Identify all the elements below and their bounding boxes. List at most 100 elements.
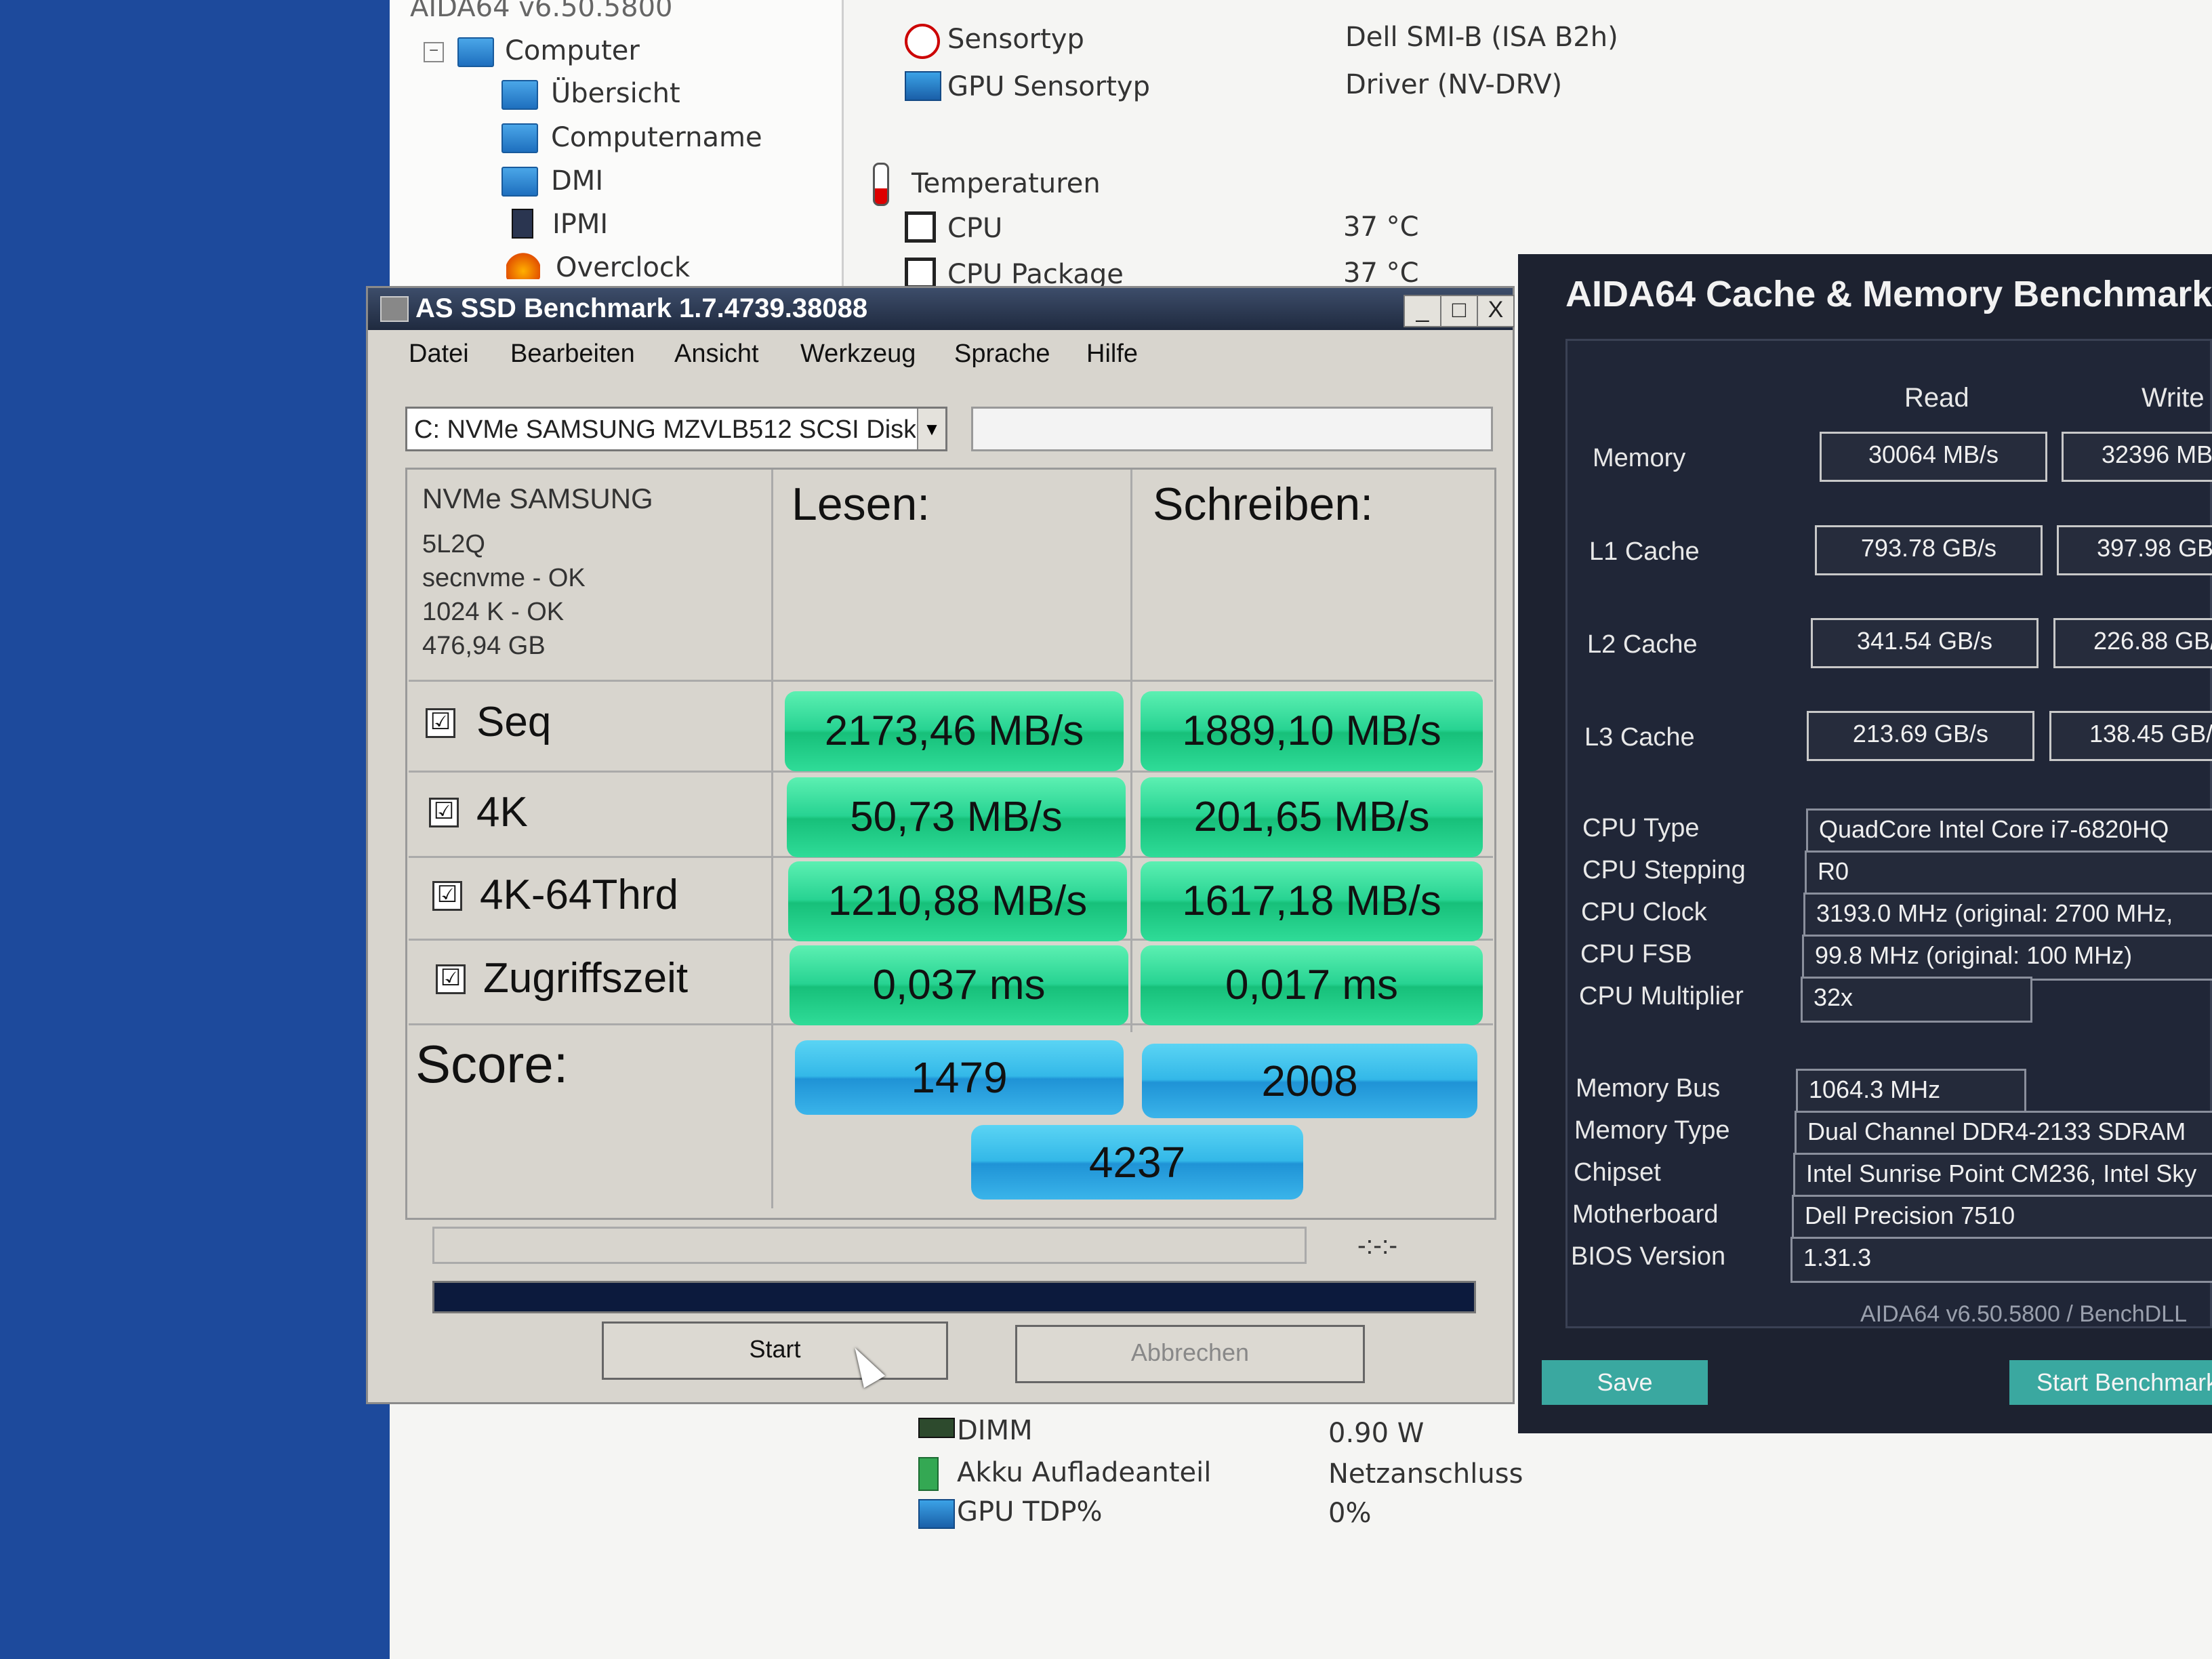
monitor-icon <box>501 80 538 110</box>
l2-write-value: 226.88 GB/s <box>2053 618 2212 668</box>
cpu-type-label: CPU Type <box>1582 814 1700 842</box>
cpu-stepping-value: R0 <box>1805 851 2212 897</box>
tree-item-ipmi[interactable]: IPMI <box>552 209 608 240</box>
4k-checkbox[interactable]: ☑ <box>429 798 459 827</box>
4k-read-result: 50,73 MB/s <box>787 777 1126 857</box>
chevron-down-icon[interactable]: ▼ <box>917 409 945 449</box>
menu-bar: Datei Bearbeiten Ansicht Werkzeug Sprach… <box>368 330 1513 377</box>
monitor-icon <box>501 167 538 197</box>
menu-hilfe[interactable]: Hilfe <box>1086 340 1138 369</box>
drive-select-value: C: NVMe SAMSUNG MZVLB512 SCSI Disk D <box>414 415 916 444</box>
tree-item-computer[interactable]: Computer <box>505 35 640 66</box>
row-label-4k-64thrd: 4K-64Thrd <box>480 872 678 918</box>
gpu-monitor-icon <box>905 71 941 101</box>
seq-checkbox[interactable]: ☑ <box>426 708 455 738</box>
4k-64thrd-read-result: 1210,88 MB/s <box>788 861 1127 941</box>
sensor-value: 0% <box>1328 1498 1372 1529</box>
l1-write-value: 397.98 GB/s <box>2057 525 2212 575</box>
score-label: Score: <box>415 1034 569 1094</box>
save-button[interactable]: Save <box>1542 1360 1708 1405</box>
chipset-label: Chipset <box>1574 1158 1661 1187</box>
row-label-seq: Seq <box>476 699 552 745</box>
cpu-chip-icon <box>905 211 936 243</box>
sensor-value: Netzanschluss <box>1328 1458 1523 1490</box>
write-column-header: Schreiben: <box>1153 478 1374 530</box>
cpu-multiplier-value: 32x <box>1801 977 2032 1023</box>
sensor-value: Driver (NV-DRV) <box>1345 69 1563 100</box>
menu-bearbeiten[interactable]: Bearbeiten <box>510 340 635 369</box>
maximize-button[interactable]: □ <box>1440 295 1478 327</box>
motherboard-value: Dell Precision 7510 <box>1792 1195 2212 1241</box>
menu-werkzeug[interactable]: Werkzeug <box>800 340 916 369</box>
flame-icon <box>506 252 540 279</box>
sensor-label: DIMM <box>957 1415 1033 1446</box>
drive-driver-status: secnvme - OK <box>422 564 586 592</box>
close-button[interactable]: X <box>1477 295 1515 327</box>
drive-icon <box>380 296 409 322</box>
tree-item-computername[interactable]: Computername <box>551 122 762 153</box>
memory-read-value: 30064 MB/s <box>1820 432 2047 482</box>
score-read: 1479 <box>795 1040 1124 1115</box>
sensor-value: 37 °C <box>1343 211 1419 243</box>
sensor-label: GPU Sensortyp <box>947 71 1150 102</box>
status-field <box>971 407 1493 451</box>
4k-64thrd-checkbox[interactable]: ☑ <box>432 881 462 911</box>
aida64-navigation-tree: AIDA64 v6.50.5800 − Computer Übersicht C… <box>390 0 844 291</box>
access-time-checkbox[interactable]: ☑ <box>436 964 466 994</box>
start-benchmark-button[interactable]: Start Benchmark <box>2009 1360 2212 1405</box>
4k-write-result: 201,65 MB/s <box>1141 777 1483 857</box>
menu-ansicht[interactable]: Ansicht <box>674 340 759 369</box>
menu-datei[interactable]: Datei <box>409 340 469 369</box>
cache-memory-benchmark-window: AIDA64 Cache & Memory Benchmark Read Wri… <box>1518 254 2212 1433</box>
access-time-read-result: 0,037 ms <box>790 945 1128 1025</box>
row-label-memory: Memory <box>1593 444 1686 472</box>
tree-item-dmi[interactable]: DMI <box>551 165 603 197</box>
collapse-toggle-icon[interactable]: − <box>424 42 444 62</box>
column-divider <box>771 470 773 1208</box>
read-column-header: Lesen: <box>792 478 930 530</box>
total-progress-bar <box>432 1281 1476 1313</box>
cpu-chip-icon <box>905 258 936 289</box>
cpu-type-value: QuadCore Intel Core i7-6820HQ <box>1806 808 2212 855</box>
cpu-fsb-label: CPU FSB <box>1580 940 1692 968</box>
server-icon <box>512 209 533 239</box>
tree-item-overclock[interactable]: Overclock <box>556 252 690 283</box>
score-write: 2008 <box>1142 1044 1477 1118</box>
l3-read-value: 213.69 GB/s <box>1807 711 2034 761</box>
memory-write-value: 32396 MB/s <box>2062 432 2212 482</box>
abort-button[interactable]: Abbrechen <box>1015 1325 1365 1383</box>
as-ssd-window: AS SSD Benchmark 1.7.4739.38088 _ □ X Da… <box>366 286 1515 1404</box>
write-column-header: Write <box>2142 383 2205 413</box>
minimize-button[interactable]: _ <box>1404 295 1441 327</box>
sensor-value: 0.90 W <box>1328 1418 1425 1449</box>
gpu-monitor-icon <box>918 1499 955 1529</box>
chipset-value: Intel Sunrise Point CM236, Intel Sky <box>1793 1153 2212 1199</box>
read-column-header: Read <box>1904 383 1969 413</box>
sensor-value: Dell SMI-B (ISA B2h) <box>1345 22 1618 53</box>
thermometer-icon <box>873 163 889 206</box>
sensor-label: GPU TDP% <box>957 1496 1103 1528</box>
bios-version-value: 1.31.3 <box>1790 1237 2212 1283</box>
gauge-icon <box>905 24 940 59</box>
row-label-l3-cache: L3 Cache <box>1584 723 1695 752</box>
progress-bar <box>432 1227 1307 1264</box>
cpu-stepping-label: CPU Stepping <box>1582 856 1746 884</box>
l3-write-value: 138.45 GB/s <box>2049 711 2212 761</box>
cpu-clock-label: CPU Clock <box>1581 898 1707 926</box>
monitor-icon <box>501 123 538 153</box>
score-total: 4237 <box>971 1125 1303 1200</box>
row-label-l2-cache: L2 Cache <box>1587 630 1698 659</box>
menu-sprache[interactable]: Sprache <box>954 340 1050 369</box>
row-label-l1-cache: L1 Cache <box>1589 537 1700 566</box>
drive-info: NVMe SAMSUNG 5L2Q secnvme - OK 1024 K - … <box>409 474 761 678</box>
l2-read-value: 341.54 GB/s <box>1811 618 2039 668</box>
memory-bus-value: 1064.3 MHz <box>1796 1069 2026 1115</box>
title-bar[interactable]: AS SSD Benchmark 1.7.4739.38088 _ □ X <box>368 288 1515 330</box>
seq-write-result: 1889,10 MB/s <box>1141 691 1483 771</box>
l1-read-value: 793.78 GB/s <box>1815 525 2043 575</box>
drive-capacity: 476,94 GB <box>422 632 546 660</box>
aida64-sensor-list-bottom: DIMM 0.90 W Akku Aufladeanteil Netzansch… <box>861 1403 1538 1606</box>
start-button[interactable]: Start <box>602 1322 948 1380</box>
tree-item-overview[interactable]: Übersicht <box>551 78 680 109</box>
drive-select[interactable]: C: NVMe SAMSUNG MZVLB512 SCSI Disk D ▼ <box>405 407 947 451</box>
